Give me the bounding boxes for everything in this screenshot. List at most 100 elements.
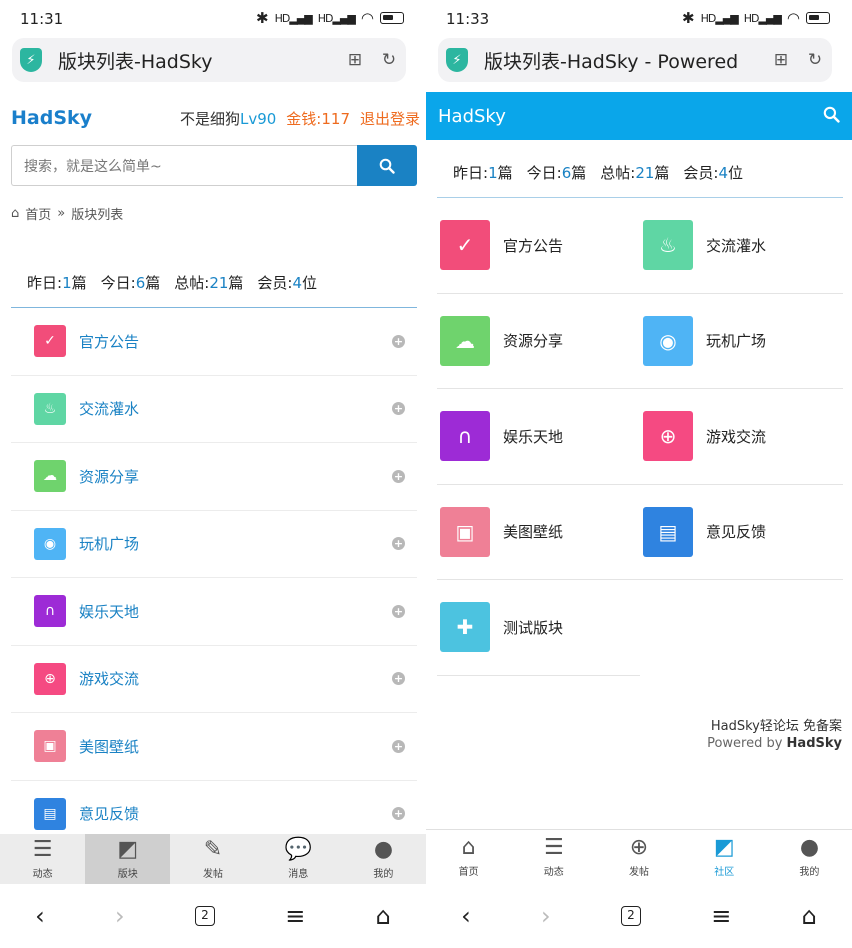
- expand-plus-icon[interactable]: +: [392, 469, 405, 483]
- home-nav-icon[interactable]: ⌂: [376, 902, 391, 930]
- board-label[interactable]: 娱乐天地: [79, 601, 139, 622]
- board-item[interactable]: ∩ 娱乐天地 +: [11, 578, 417, 646]
- stat-today: 今日:6篇: [526, 164, 587, 182]
- back-icon[interactable]: ‹: [461, 902, 471, 930]
- board-label[interactable]: 玩机广场: [79, 533, 139, 554]
- search-button[interactable]: [823, 106, 840, 127]
- flame-icon: ♨: [643, 220, 693, 271]
- board-label[interactable]: 交流灌水: [706, 235, 766, 256]
- bluetooth-icon: ✱: [682, 9, 695, 27]
- board-label[interactable]: 娱乐天地: [503, 426, 563, 447]
- board-item[interactable]: ◉ 玩机广场 +: [11, 511, 417, 578]
- expand-plus-icon[interactable]: +: [392, 672, 405, 686]
- expand-plus-icon[interactable]: +: [392, 334, 405, 348]
- forward-icon[interactable]: ›: [541, 902, 551, 930]
- address-bar[interactable]: ⚡ 版块列表-HadSky ⊞ ↻: [12, 38, 406, 82]
- tab-profile[interactable]: ● 我的: [767, 830, 852, 883]
- board-cell[interactable]: ♨ 交流灌水: [640, 198, 843, 294]
- site-logo[interactable]: HadSky: [11, 107, 92, 129]
- system-nav-bar: ‹ › 2 ≡ ⌂: [0, 884, 426, 948]
- board-item[interactable]: ⊕ 游戏交流 +: [11, 646, 417, 713]
- tab-feed[interactable]: ☰ 动态: [0, 834, 85, 884]
- security-shield-icon[interactable]: ⚡: [20, 48, 42, 72]
- bottom-tabbar: ☰ 动态 ◩ 版块 ✎ 发帖 💬 消息 ● 我的: [0, 834, 426, 884]
- home-icon[interactable]: ⌂: [11, 206, 19, 221]
- board-label[interactable]: 游戏交流: [79, 668, 139, 689]
- wifi-icon: ◠: [786, 9, 800, 27]
- expand-plus-icon[interactable]: +: [392, 807, 405, 821]
- board-cell[interactable]: ◉ 玩机广场: [640, 294, 843, 389]
- url-text[interactable]: 版块列表-HadSky: [58, 47, 338, 74]
- expand-plus-icon[interactable]: +: [392, 537, 405, 551]
- bluetooth-icon: ✱: [256, 9, 269, 27]
- search-button[interactable]: [357, 145, 417, 186]
- username-level[interactable]: 不是细狗Lv90: [180, 108, 276, 129]
- board-cell[interactable]: ▣ 美图壁纸: [437, 485, 640, 580]
- menu-icon[interactable]: ≡: [285, 902, 305, 930]
- url-text[interactable]: 版块列表-HadSky - Powered: [484, 47, 764, 74]
- stat-members: 会员:4位: [683, 164, 744, 182]
- board-item[interactable]: ♨ 交流灌水 +: [11, 376, 417, 443]
- tab-boards[interactable]: ◩ 版块: [85, 834, 171, 884]
- board-item[interactable]: ☁ 资源分享 +: [11, 443, 417, 511]
- footer-brand-link[interactable]: HadSky: [787, 736, 842, 751]
- logout-link[interactable]: 退出登录: [360, 108, 420, 129]
- board-item[interactable]: ▣ 美图壁纸 +: [11, 713, 417, 781]
- status-icons: ✱ HD▂▄▆ HD▂▄▆ ◠: [682, 9, 830, 27]
- back-icon[interactable]: ‹: [35, 902, 45, 930]
- tabs-count-icon[interactable]: 2: [194, 906, 215, 926]
- refresh-icon[interactable]: ↻: [798, 50, 832, 70]
- signal-icon-2: HD▂▄▆: [317, 11, 356, 25]
- board-cell[interactable]: ∩ 娱乐天地: [437, 389, 640, 485]
- wifi-icon: ◠: [360, 9, 374, 27]
- stats-bar: 昨日:1篇 今日:6篇 总帖:21篇 会员:4位: [11, 272, 417, 308]
- board-cell[interactable]: ✓ 官方公告: [437, 198, 640, 294]
- board-label[interactable]: 美图壁纸: [503, 521, 563, 542]
- board-label[interactable]: 玩机广场: [706, 330, 766, 351]
- board-label[interactable]: 资源分享: [79, 466, 139, 487]
- tab-post[interactable]: ✎ 发帖: [170, 834, 255, 884]
- board-label[interactable]: 测试版块: [503, 617, 563, 638]
- board-label[interactable]: 意见反馈: [79, 803, 139, 824]
- board-cell[interactable]: ⊕ 游戏交流: [640, 389, 843, 485]
- list-icon: ☰: [32, 837, 53, 862]
- expand-plus-icon[interactable]: +: [392, 604, 405, 618]
- search-form: 搜索，就是这么简单~: [11, 145, 417, 186]
- expand-plus-icon[interactable]: +: [392, 739, 405, 753]
- stat-yesterday: 昨日:1篇: [27, 274, 87, 292]
- search-input[interactable]: 搜索，就是这么简单~: [11, 145, 357, 186]
- board-cell[interactable]: ☁ 资源分享: [437, 294, 640, 389]
- board-icon: ◩: [117, 837, 139, 862]
- refresh-icon[interactable]: ↻: [372, 50, 406, 70]
- tab-messages[interactable]: 💬 消息: [256, 834, 341, 884]
- tab-post[interactable]: ⊕ 发帖: [596, 830, 681, 883]
- tab-profile[interactable]: ● 我的: [341, 834, 426, 884]
- forward-icon[interactable]: ›: [115, 902, 125, 930]
- board-label[interactable]: 交流灌水: [79, 398, 139, 419]
- tab-community[interactable]: ◩ 社区: [682, 830, 767, 883]
- address-bar[interactable]: ⚡ 版块列表-HadSky - Powered ⊞ ↻: [438, 38, 832, 82]
- expand-plus-icon[interactable]: +: [392, 402, 405, 416]
- board-item[interactable]: ✓ 官方公告 +: [11, 308, 417, 376]
- right-screenshot: 11:33 ✱ HD▂▄▆ HD▂▄▆ ◠ ⚡ 版块列表-HadSky - Po…: [426, 0, 852, 948]
- board-label[interactable]: 资源分享: [503, 330, 563, 351]
- footer-line: HadSky轻论坛 免备案: [710, 719, 842, 734]
- security-shield-icon[interactable]: ⚡: [446, 48, 468, 72]
- board-cell[interactable]: ▤ 意见反馈: [640, 485, 843, 580]
- site-logo[interactable]: HadSky: [438, 106, 506, 127]
- board-label[interactable]: 美图壁纸: [79, 736, 139, 757]
- menu-icon[interactable]: ≡: [711, 902, 731, 930]
- tab-home[interactable]: ⌂ 首页: [426, 830, 511, 883]
- board-label[interactable]: 官方公告: [503, 235, 563, 256]
- board-label[interactable]: 游戏交流: [706, 426, 766, 447]
- breadcrumb-home[interactable]: 首页: [25, 204, 51, 223]
- headphones-icon: ∩: [440, 411, 490, 462]
- board-label[interactable]: 官方公告: [79, 331, 139, 352]
- bookmark-add-icon[interactable]: ⊞: [338, 50, 372, 70]
- tab-feed[interactable]: ☰ 动态: [511, 830, 596, 883]
- board-cell[interactable]: ✚ 测试版块: [437, 580, 640, 676]
- bookmark-add-icon[interactable]: ⊞: [764, 50, 798, 70]
- tabs-count-icon[interactable]: 2: [620, 906, 641, 926]
- home-nav-icon[interactable]: ⌂: [802, 902, 817, 930]
- board-label[interactable]: 意见反馈: [706, 521, 766, 542]
